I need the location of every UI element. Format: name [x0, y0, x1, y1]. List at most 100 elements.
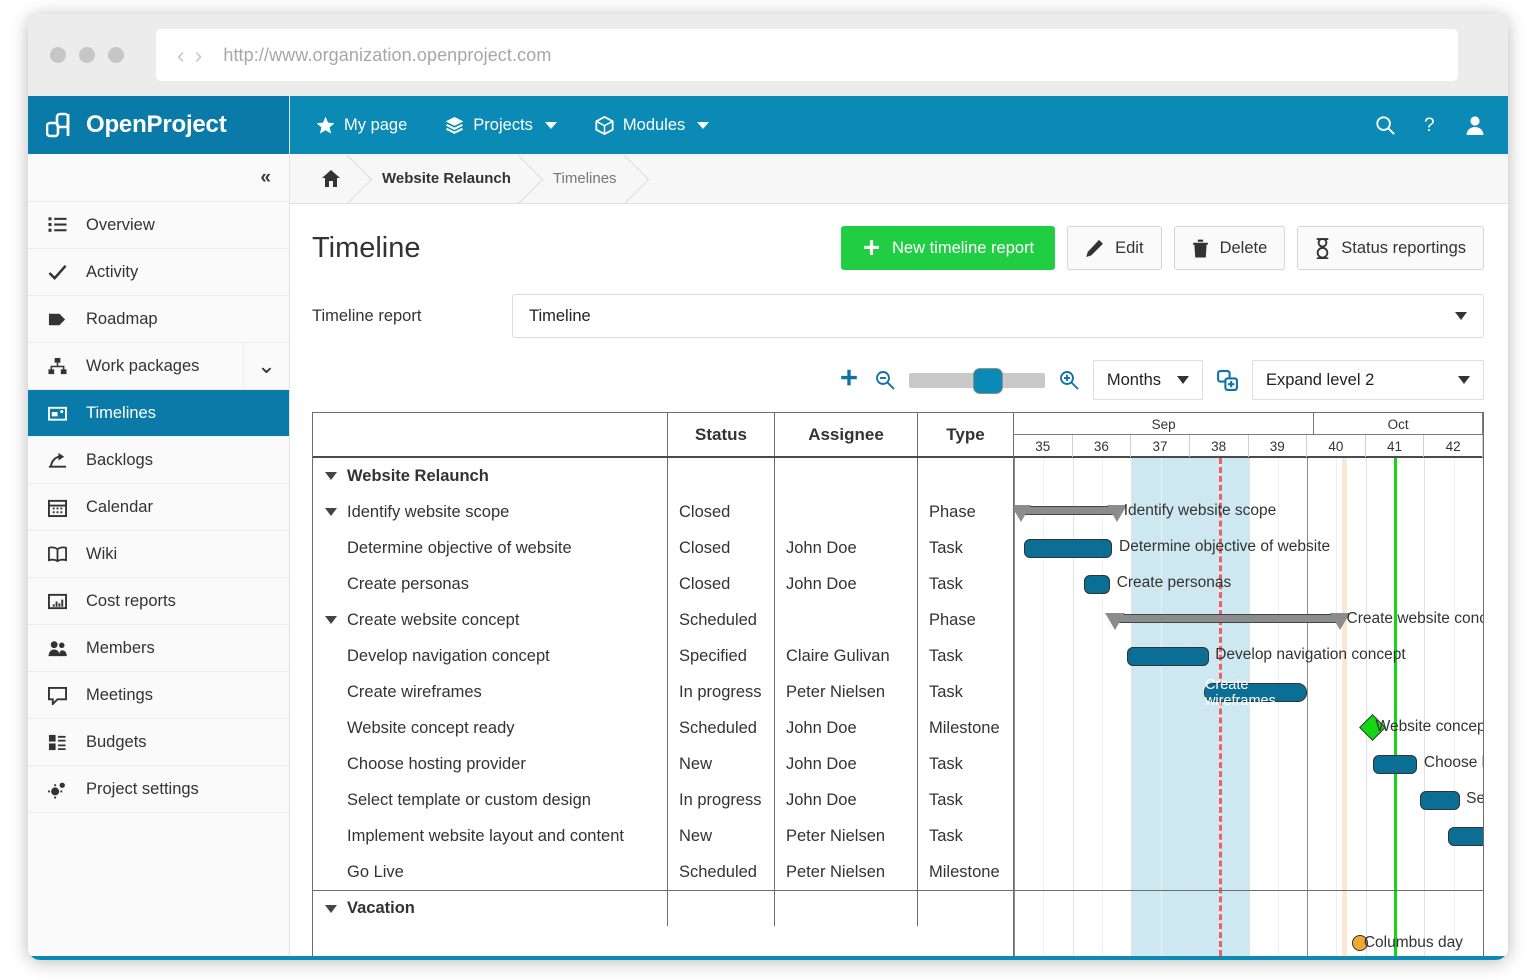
expand-collapse-triangle-icon[interactable] [325, 616, 337, 624]
breadcrumb-item-timelines[interactable]: Timelines [535, 154, 641, 204]
zoom-slider-handle[interactable] [973, 368, 1003, 394]
zoom-out-button[interactable] [874, 369, 896, 391]
chevron-down-icon[interactable]: ⌄ [243, 343, 289, 389]
sidebar-item-cost-reports[interactable]: Cost reports [28, 578, 289, 625]
maximize-window-button[interactable] [108, 47, 124, 63]
row-name-cell[interactable]: Create wireframes [313, 674, 667, 710]
sidebar-item-backlogs[interactable]: Backlogs [28, 437, 289, 484]
table-row[interactable]: Create website conceptScheduledPhase [313, 602, 1013, 638]
user-avatar-icon[interactable] [1464, 114, 1486, 136]
row-name-cell[interactable]: Vacation [313, 891, 667, 926]
table-row[interactable]: Choose hosting providerNewJohn DoeTask [313, 746, 1013, 782]
row-name-cell[interactable]: Develop navigation concept [313, 638, 667, 674]
row-name-cell[interactable]: Implement website layout and content [313, 818, 667, 854]
row-name-cell[interactable]: Create personas [313, 566, 667, 602]
sidebar-item-meetings[interactable]: Meetings [28, 672, 289, 719]
table-row[interactable]: Identify website scopeClosedPhase [313, 494, 1013, 530]
expand-level-select[interactable]: Expand level 2 [1252, 360, 1484, 400]
expand-collapse-triangle-icon[interactable] [325, 472, 337, 480]
backlog-icon [48, 451, 67, 470]
zoom-in-button[interactable] [1058, 369, 1080, 391]
layers-icon [445, 116, 464, 135]
timeline-report-value: Timeline [529, 307, 1455, 326]
brand-logo-area[interactable]: OpenProject [28, 96, 289, 154]
sidebar-item-overview[interactable]: Overview [28, 202, 289, 249]
column-header-assignee[interactable]: Assignee [774, 413, 917, 456]
gantt-bar-label: Develop navigation concept [1215, 646, 1405, 664]
table-row[interactable]: Select template or custom designIn progr… [313, 782, 1013, 818]
minimize-window-button[interactable] [79, 47, 95, 63]
topnav-item-modules[interactable]: Modules [595, 116, 709, 135]
sidebar-item-activity[interactable]: Activity [28, 249, 289, 296]
gantt-task-bar[interactable] [1373, 755, 1418, 774]
sidebar-item-budgets[interactable]: Budgets [28, 719, 289, 766]
gantt-bar-label: Select template or custom design [1466, 790, 1483, 808]
people-icon [46, 639, 68, 658]
status-reportings-button[interactable]: Status reportings [1297, 226, 1484, 270]
gantt-phase-bar[interactable] [1021, 506, 1117, 515]
new-timeline-report-button[interactable]: New timeline report [841, 226, 1055, 270]
sidebar-item-members[interactable]: Members [28, 625, 289, 672]
table-row[interactable]: Determine objective of websiteClosedJohn… [313, 530, 1013, 566]
table-row[interactable]: Go LiveScheduledPeter NielsenMilestone [313, 854, 1013, 890]
sidebar-item-project-settings[interactable]: Project settings [28, 766, 289, 813]
table-row[interactable]: Implement website layout and contentNewP… [313, 818, 1013, 854]
expand-collapse-triangle-icon[interactable] [325, 508, 337, 516]
table-row[interactable]: Create wireframesIn progressPeter Nielse… [313, 674, 1013, 710]
collapse-all-button[interactable] [1216, 369, 1239, 392]
topnav-item-my-page[interactable]: My page [316, 116, 407, 135]
table-row[interactable]: Website concept readyScheduledJohn DoeMi… [313, 710, 1013, 746]
row-name-cell[interactable]: Website Relaunch [313, 458, 667, 494]
breadcrumb-item-project[interactable]: Website Relaunch [364, 154, 535, 204]
table-row[interactable]: Develop navigation conceptSpecifiedClair… [313, 638, 1013, 674]
gantt-task-bar[interactable] [1420, 791, 1460, 810]
gantt-task-bar[interactable] [1127, 647, 1209, 666]
breadcrumb-home[interactable] [304, 154, 364, 204]
row-name-cell[interactable]: Choose hosting provider [313, 746, 667, 782]
app-shell: OpenProject « OverviewActivityRoadmapWor… [28, 96, 1508, 960]
gantt-section-separator [1014, 890, 1483, 891]
gantt-phase-bar[interactable] [1115, 614, 1340, 623]
topnav-item-projects[interactable]: Projects [445, 116, 557, 135]
delete-button[interactable]: Delete [1174, 226, 1286, 270]
timeline-report-select[interactable]: Timeline [512, 294, 1484, 338]
sidebar-item-label: Wiki [86, 545, 117, 564]
column-header-type[interactable]: Type [917, 413, 1013, 456]
search-icon[interactable] [1375, 115, 1396, 136]
row-name-cell[interactable]: Select template or custom design [313, 782, 667, 818]
zoom-slider[interactable] [909, 373, 1045, 388]
gantt-task-bar[interactable] [1084, 575, 1110, 594]
gantt-task-bar[interactable] [1024, 539, 1112, 558]
address-bar[interactable]: ‹ › http://www.organization.openproject.… [156, 29, 1458, 81]
add-work-package-button[interactable] [837, 368, 861, 392]
back-icon[interactable]: ‹ [172, 44, 190, 67]
table-row[interactable]: Website Relaunch [313, 458, 1013, 494]
help-icon[interactable]: ? [1421, 114, 1439, 136]
gantt-bar-row: Determine objective of website [1014, 530, 1483, 566]
column-header-name[interactable] [313, 413, 667, 456]
row-name-cell[interactable]: Determine objective of website [313, 530, 667, 566]
column-header-status[interactable]: Status [667, 413, 774, 456]
calendar-icon [48, 498, 67, 517]
sidebar-item-timelines[interactable]: Timelines [28, 390, 289, 437]
budget-icon [46, 733, 68, 752]
row-name-cell[interactable]: Go Live [313, 854, 667, 890]
gantt-task-bar[interactable]: Create wireframes [1204, 683, 1307, 702]
scale-select[interactable]: Months [1093, 360, 1203, 400]
edit-button[interactable]: Edit [1067, 226, 1161, 270]
table-row[interactable]: Vacation [313, 890, 1013, 926]
close-window-button[interactable] [50, 47, 66, 63]
gantt-task-bar[interactable] [1448, 827, 1483, 846]
sidebar-item-work-packages[interactable]: Work packages⌄ [28, 343, 289, 390]
sidebar-item-roadmap[interactable]: Roadmap [28, 296, 289, 343]
expand-collapse-triangle-icon[interactable] [325, 905, 337, 913]
table-row[interactable]: Create personasClosedJohn DoeTask [313, 566, 1013, 602]
row-name-cell[interactable]: Create website concept [313, 602, 667, 638]
sidebar-item-wiki[interactable]: Wiki [28, 531, 289, 578]
forward-icon[interactable]: › [190, 44, 208, 67]
sidebar-item-calendar[interactable]: Calendar [28, 484, 289, 531]
row-name-cell[interactable]: Website concept ready [313, 710, 667, 746]
row-name-cell[interactable]: Identify website scope [313, 494, 667, 530]
double-chevron-left-icon[interactable]: « [260, 167, 271, 189]
sidebar-collapse-row[interactable]: « [28, 154, 289, 202]
